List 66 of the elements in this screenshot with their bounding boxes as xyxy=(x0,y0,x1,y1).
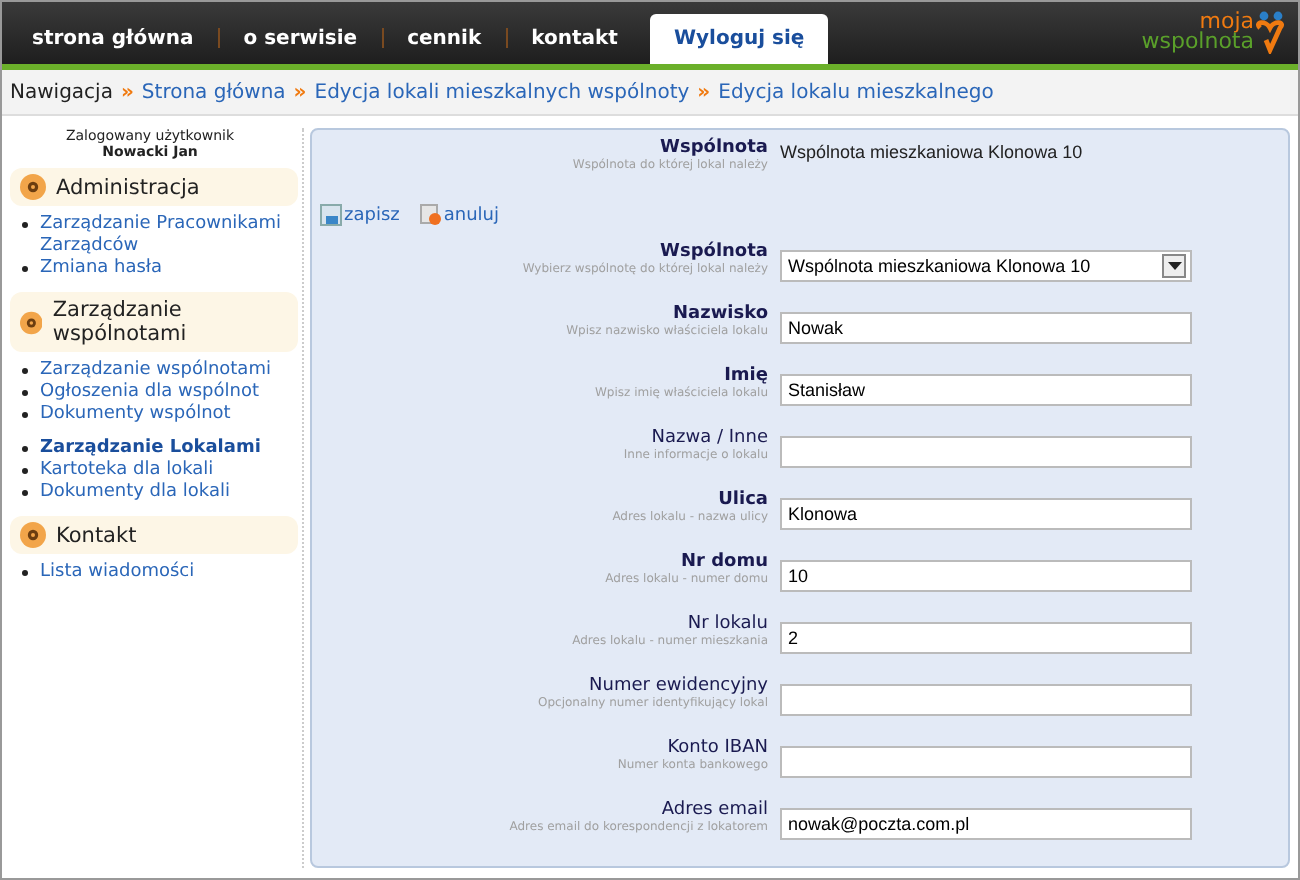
field-label: Wspólnota xyxy=(660,138,768,158)
field-label: Wspólnota xyxy=(660,242,768,262)
bullet-icon xyxy=(22,468,28,474)
input-field[interactable]: nowak@poczta.com.pl xyxy=(780,808,1192,840)
heart-people-icon xyxy=(1254,10,1286,54)
sidebar-link[interactable]: Lista wiadomości xyxy=(40,562,195,584)
gear-icon xyxy=(20,522,46,548)
sidebar-link[interactable]: Zmiana hasła xyxy=(40,258,163,280)
sidebar-link[interactable]: Zarządzanie Pracownikami Zarządców xyxy=(40,214,298,258)
field-label: Nr domu xyxy=(680,552,768,572)
bullet-icon xyxy=(22,412,28,418)
breadcrumb-separator: » xyxy=(697,81,711,103)
field-label: Numer ewidencyjny xyxy=(589,676,768,696)
sidebar-link[interactable]: Zarządzanie Lokalami xyxy=(40,438,261,460)
bullet-icon xyxy=(22,446,28,452)
field-label: Imię xyxy=(724,366,768,386)
caret-icon xyxy=(1167,262,1181,270)
breadcrumb-separator: » xyxy=(120,81,134,103)
input-field[interactable] xyxy=(780,684,1192,716)
nav-tab[interactable]: Wyloguj się xyxy=(649,14,829,64)
nav-tab[interactable]: o serwisie xyxy=(219,14,382,64)
breadcrumb-link[interactable]: Edycja lokali mieszkalnych wspólnoty xyxy=(314,81,690,103)
field-label: Nazwa / Inne xyxy=(651,428,768,448)
save-icon xyxy=(320,204,342,226)
sidebar-link[interactable]: Zarządzanie wspólnotami xyxy=(40,360,271,382)
action-link[interactable]: zapisz xyxy=(320,204,400,226)
section-title: Zarządzanie wspólnotami xyxy=(52,298,189,346)
nav-tab[interactable]: cennik xyxy=(383,14,506,64)
field-label: Adres email xyxy=(661,800,768,820)
nav-tab[interactable]: kontakt xyxy=(507,14,642,64)
input-field[interactable]: 2 xyxy=(780,622,1192,654)
action-link[interactable]: anuluj xyxy=(419,204,500,226)
field-label: Nr lokalu xyxy=(687,614,768,634)
field-label: Ulica xyxy=(718,490,768,510)
sidebar-link[interactable]: Kartoteka dla lokali xyxy=(40,460,214,482)
sidebar-link[interactable]: Dokumenty wspólnot xyxy=(40,404,231,426)
input-field[interactable] xyxy=(780,746,1192,778)
bullet-icon xyxy=(22,390,28,396)
logo-text: wspolnota xyxy=(1141,32,1254,52)
breadcrumb-label: Nawigacja xyxy=(10,81,113,103)
section-title: Administracja xyxy=(56,175,200,199)
input-field[interactable] xyxy=(780,436,1192,468)
input-field[interactable]: 10 xyxy=(780,560,1192,592)
section-title: Kontakt xyxy=(56,523,137,547)
sidebar-link[interactable]: Dokumenty dla lokali xyxy=(40,482,230,504)
breadcrumb-separator: » xyxy=(293,81,307,103)
bullet-icon xyxy=(22,368,28,374)
field-label: Nazwisko xyxy=(672,304,768,324)
logo-text: moja xyxy=(1199,12,1254,32)
field-label: Konto IBAN xyxy=(667,738,768,758)
input-field[interactable]: Nowak xyxy=(780,312,1192,344)
bullet-icon xyxy=(22,570,28,576)
cancel-icon xyxy=(419,204,442,226)
field-value: Wspólnota mieszkaniowa Klonowa 10 xyxy=(780,140,1083,162)
gear-icon xyxy=(20,174,46,200)
gear-icon xyxy=(20,309,43,335)
bullet-icon xyxy=(22,490,28,496)
input-field[interactable]: Stanisław xyxy=(780,374,1192,406)
breadcrumb-link[interactable]: Strona główna xyxy=(141,81,286,103)
nav-tab[interactable]: strona główna xyxy=(8,14,218,64)
input-field[interactable]: Klonowa xyxy=(780,498,1192,530)
bullet-icon xyxy=(22,222,28,228)
bullet-icon xyxy=(22,266,28,272)
breadcrumb-link[interactable]: Edycja lokalu mieszkalnego xyxy=(718,81,994,103)
dropdown[interactable]: Wspólnota mieszkaniowa Klonowa 10 xyxy=(780,250,1192,282)
sidebar-link[interactable]: Ogłoszenia dla wspólnot xyxy=(40,382,259,404)
